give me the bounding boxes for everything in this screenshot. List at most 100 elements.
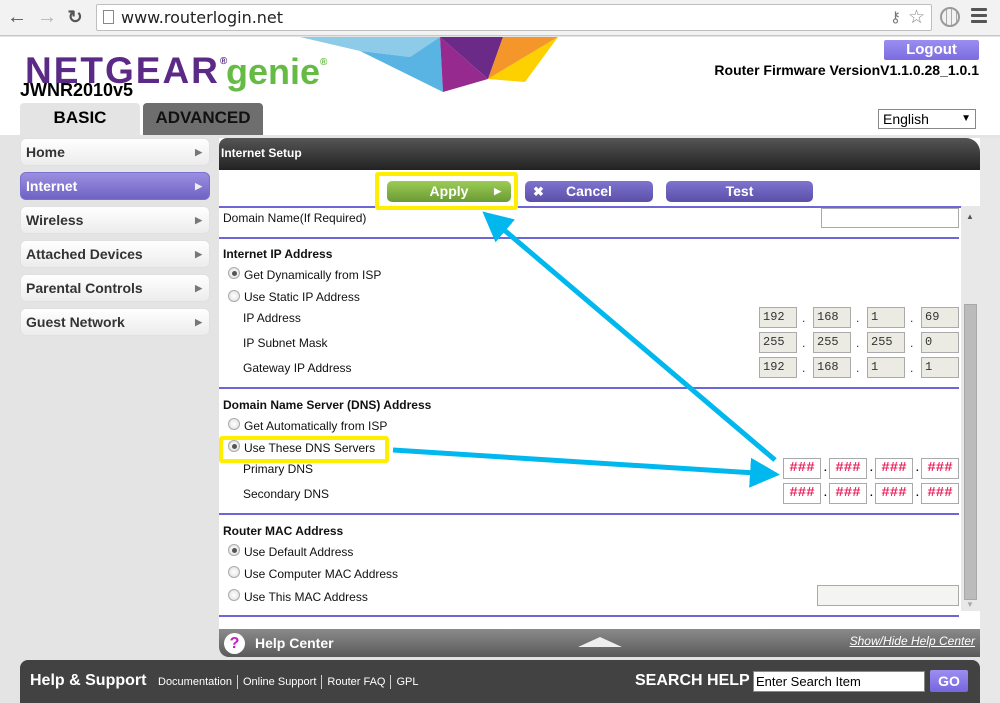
octet-separator: . — [802, 336, 806, 350]
octet-separator: . — [824, 463, 827, 474]
cancel-button[interactable]: ✖ Cancel — [525, 181, 653, 202]
test-button[interactable]: Test — [666, 181, 813, 202]
subnet-octet-input[interactable]: 255 — [813, 332, 851, 353]
footer-title: Help & Support — [30, 672, 147, 689]
gateway-octet-input[interactable]: 192 — [759, 357, 797, 378]
show-hide-help-link[interactable]: Show/Hide Help Center — [850, 634, 975, 648]
sidebar-item-label: Internet — [26, 178, 78, 194]
help-question-icon: ? — [224, 633, 245, 654]
ip-octet-input[interactable]: 168 — [813, 307, 851, 328]
vertical-scrollbar[interactable]: ▲ ▼ — [961, 206, 980, 611]
ip-octet-input[interactable]: 192 — [759, 307, 797, 328]
star-icon[interactable]: ☆ — [908, 6, 925, 29]
chevron-right-icon: ▶ — [195, 283, 202, 293]
radio-label: Use This MAC Address — [244, 590, 368, 604]
play-arrow-icon: ▶ — [494, 186, 501, 196]
online-support-link[interactable]: Online Support — [238, 675, 323, 689]
chevron-right-icon: ▶ — [195, 147, 202, 157]
secondary-dns-label: Secondary DNS — [243, 487, 330, 501]
language-select[interactable]: English ▼ — [878, 109, 976, 129]
octet-separator: . — [870, 488, 873, 499]
chevron-right-icon: ▶ — [195, 215, 202, 225]
subnet-mask-label: IP Subnet Mask — [243, 336, 328, 350]
radio-label: Get Dynamically from ISP — [244, 268, 382, 282]
divider — [219, 513, 959, 515]
octet-separator: . — [910, 311, 914, 325]
go-button[interactable]: GO — [930, 670, 968, 692]
primary-dns-octet-input[interactable]: ### — [829, 458, 867, 479]
internet-setup-panel: Internet Setup Apply ▶ ✖ Cancel Test Domai… — [219, 138, 980, 650]
octet-separator: . — [824, 488, 827, 499]
octet-separator: . — [916, 488, 919, 499]
secondary-dns-octet-input[interactable]: ### — [829, 483, 867, 504]
octet-separator: . — [856, 311, 860, 325]
key-icon[interactable]: ⚷ — [890, 8, 901, 26]
sidebar-item-label: Wireless — [26, 212, 84, 228]
octet-separator: . — [856, 336, 860, 350]
radio-this-mac[interactable] — [228, 589, 240, 601]
search-help-label: SEARCH HELP — [635, 672, 750, 689]
mac-address-input[interactable] — [817, 585, 959, 606]
radio-get-dynamically[interactable] — [228, 267, 240, 279]
subnet-octet-input[interactable]: 0 — [921, 332, 959, 353]
sidebar-item-parental-controls[interactable]: Parental Controls ▶ — [20, 274, 210, 302]
reload-icon[interactable]: ↻ — [64, 6, 86, 28]
gpl-link[interactable]: GPL — [391, 675, 423, 689]
subnet-octet-input[interactable]: 255 — [867, 332, 905, 353]
tab-basic[interactable]: BASIC — [20, 103, 140, 135]
radio-use-static-ip[interactable] — [228, 290, 240, 302]
scroll-up-icon[interactable]: ▲ — [966, 212, 974, 221]
radio-dns-automatic[interactable] — [228, 418, 240, 430]
scrollbar-thumb[interactable] — [964, 304, 977, 600]
secondary-dns-octet-input[interactable]: ### — [875, 483, 913, 504]
gateway-octet-input[interactable]: 168 — [813, 357, 851, 378]
octet-separator: . — [802, 311, 806, 325]
domain-name-input[interactable] — [821, 208, 959, 228]
gateway-octet-input[interactable]: 1 — [867, 357, 905, 378]
logout-button[interactable]: Logout — [884, 40, 979, 60]
gateway-octet-input[interactable]: 1 — [921, 357, 959, 378]
address-bar[interactable]: www.routerlogin.net ⚷ ☆ — [96, 4, 932, 31]
radio-computer-mac[interactable] — [228, 566, 240, 578]
documentation-link[interactable]: Documentation — [158, 675, 238, 689]
primary-dns-octet-input[interactable]: ### — [921, 458, 959, 479]
forward-arrow-icon[interactable]: → — [36, 6, 58, 28]
octet-separator: . — [910, 336, 914, 350]
url-text[interactable]: www.routerlogin.net — [121, 8, 283, 27]
page-header: NETGEAR® genie® JWNR2010v5 Logout Router… — [0, 37, 1000, 135]
footer-links: Documentation Online Support Router FAQ … — [158, 675, 423, 689]
radio-label: Use Static IP Address — [244, 290, 360, 304]
ip-octet-input[interactable]: 69 — [921, 307, 959, 328]
dns-heading: Domain Name Server (DNS) Address — [223, 398, 432, 412]
globe-icon[interactable] — [940, 7, 960, 27]
radio-default-mac[interactable] — [228, 544, 240, 556]
expand-up-icon[interactable] — [578, 637, 622, 647]
search-help-input[interactable] — [753, 671, 925, 692]
apply-button[interactable]: Apply ▶ — [387, 181, 511, 202]
sidebar-item-guest-network[interactable]: Guest Network ▶ — [20, 308, 210, 336]
sidebar-item-internet[interactable]: Internet ▶ — [20, 172, 210, 200]
primary-dns-octet-input[interactable]: ### — [783, 458, 821, 479]
subnet-octet-input[interactable]: 255 — [759, 332, 797, 353]
page-icon — [103, 10, 114, 24]
secondary-dns-octet-input[interactable]: ### — [783, 483, 821, 504]
divider — [219, 237, 959, 239]
radio-use-these-dns[interactable] — [228, 440, 240, 452]
back-arrow-icon[interactable]: ← — [6, 6, 28, 28]
tab-advanced[interactable]: ADVANCED — [143, 103, 263, 135]
sidebar-item-home[interactable]: Home ▶ — [20, 138, 210, 166]
sidebar: Home ▶ Internet ▶ Wireless ▶ Attached Devic… — [20, 138, 210, 342]
menu-icon[interactable] — [971, 8, 987, 24]
radio-label: Get Automatically from ISP — [244, 419, 388, 433]
scroll-down-icon[interactable]: ▼ — [966, 600, 974, 609]
primary-dns-octet-input[interactable]: ### — [875, 458, 913, 479]
sidebar-item-label: Home — [26, 144, 65, 160]
sidebar-item-wireless[interactable]: Wireless ▶ — [20, 206, 210, 234]
router-faq-link[interactable]: Router FAQ — [322, 675, 392, 689]
secondary-dns-octet-input[interactable]: ### — [921, 483, 959, 504]
sidebar-item-attached-devices[interactable]: Attached Devices ▶ — [20, 240, 210, 268]
mac-heading: Router MAC Address — [223, 524, 344, 538]
ip-octet-input[interactable]: 1 — [867, 307, 905, 328]
radio-label: Use These DNS Servers — [244, 441, 376, 455]
divider — [219, 615, 959, 617]
